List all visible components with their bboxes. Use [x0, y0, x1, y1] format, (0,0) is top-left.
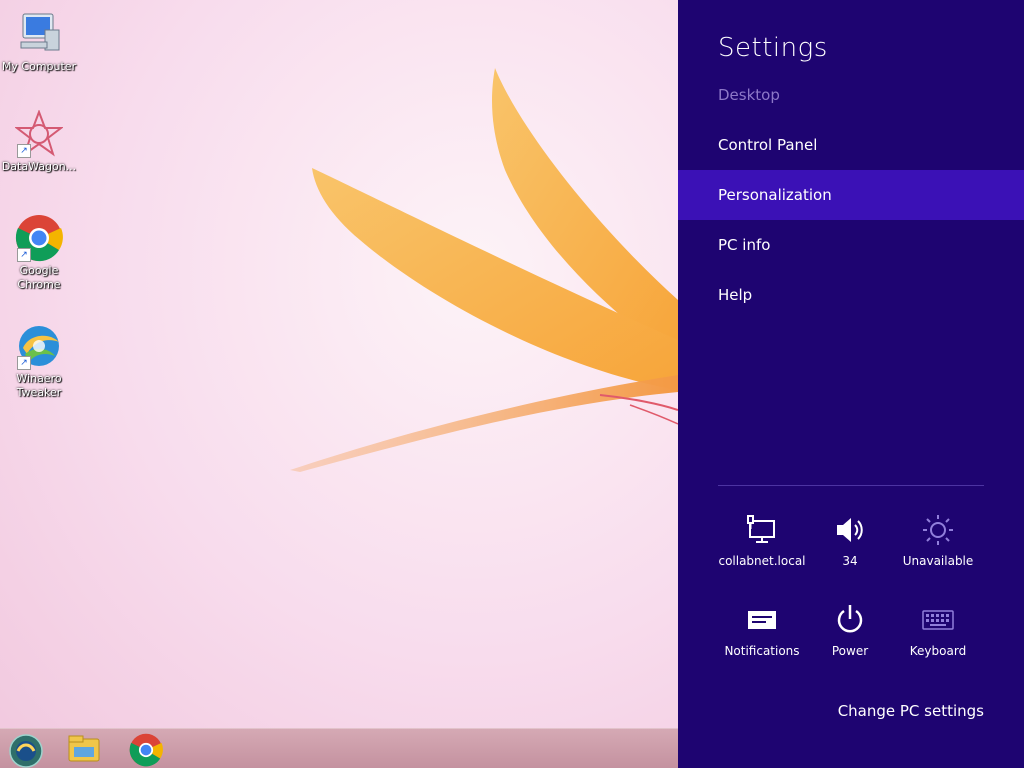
datawagon-icon: ↗ — [14, 109, 64, 158]
menu-item-help[interactable]: Help — [678, 270, 1024, 320]
volume-icon — [806, 512, 894, 548]
taskbar-file-explorer[interactable] — [62, 731, 106, 767]
menu-item-desktop: Desktop — [718, 86, 780, 104]
computer-icon — [15, 10, 63, 58]
desktop-icon-google-chrome[interactable]: ↗ Google Chrome — [0, 214, 78, 292]
keyboard-label: Keyboard — [909, 644, 967, 658]
desktop-icon-my-computer[interactable]: My Computer — [0, 10, 78, 74]
volume-label: 34 — [842, 554, 858, 568]
start-button[interactable] — [4, 731, 48, 768]
shortcut-arrow-icon: ↗ — [17, 248, 31, 262]
volume-tile[interactable]: 34 — [806, 512, 894, 568]
settings-charm-panel: Settings Desktop Control Panel Personali… — [678, 0, 1024, 768]
menu-item-pc-info[interactable]: PC info — [678, 220, 1024, 270]
menu-item-personalization[interactable]: Personalization — [678, 170, 1024, 220]
desktop-icon-label: My Computer — [1, 60, 77, 73]
network-label: collabnet.local — [718, 554, 806, 568]
network-tile[interactable]: collabnet.local — [718, 512, 806, 568]
power-tile[interactable]: Power — [806, 602, 894, 658]
desktop-icon-label: Google Chrome — [17, 264, 61, 291]
power-label: Power — [831, 644, 869, 658]
desktop[interactable]: My Computer ↗ DataWagon... ↗ Google Chro… — [0, 0, 678, 768]
desktop-icon-datawagon[interactable]: ↗ DataWagon... — [0, 109, 78, 174]
taskbar — [0, 728, 678, 768]
taskbar-chrome[interactable] — [124, 731, 168, 767]
notifications-label: Notifications — [724, 644, 800, 658]
wallpaper-flower — [290, 68, 678, 472]
file-explorer-icon — [68, 735, 100, 762]
network-icon — [718, 512, 806, 548]
brightness-label: Unavailable — [902, 554, 974, 568]
keyboard-tile[interactable]: Keyboard — [894, 602, 982, 658]
notifications-tile[interactable]: Notifications — [718, 602, 806, 658]
chrome-icon: ↗ — [15, 214, 63, 262]
chrome-icon — [129, 733, 163, 767]
keyboard-icon — [894, 602, 982, 638]
panel-title: Settings — [718, 33, 828, 63]
start-orb-icon — [9, 734, 43, 768]
desktop-icon-label: Winaero Tweaker — [16, 372, 62, 399]
shortcut-arrow-icon: ↗ — [17, 356, 31, 370]
desktop-icon-winaero-tweaker[interactable]: ↗ Winaero Tweaker — [0, 322, 78, 400]
winaero-tweaker-icon: ↗ — [15, 322, 63, 370]
brightness-tile: Unavailable — [894, 512, 982, 568]
menu-item-control-panel[interactable]: Control Panel — [678, 120, 1024, 170]
shortcut-arrow-icon: ↗ — [17, 144, 31, 158]
power-icon — [806, 602, 894, 638]
desktop-icon-label: DataWagon... — [1, 160, 77, 173]
brightness-icon — [894, 512, 982, 548]
change-pc-settings-link[interactable]: Change PC settings — [838, 702, 984, 720]
divider — [718, 485, 984, 486]
notifications-icon — [718, 602, 806, 638]
